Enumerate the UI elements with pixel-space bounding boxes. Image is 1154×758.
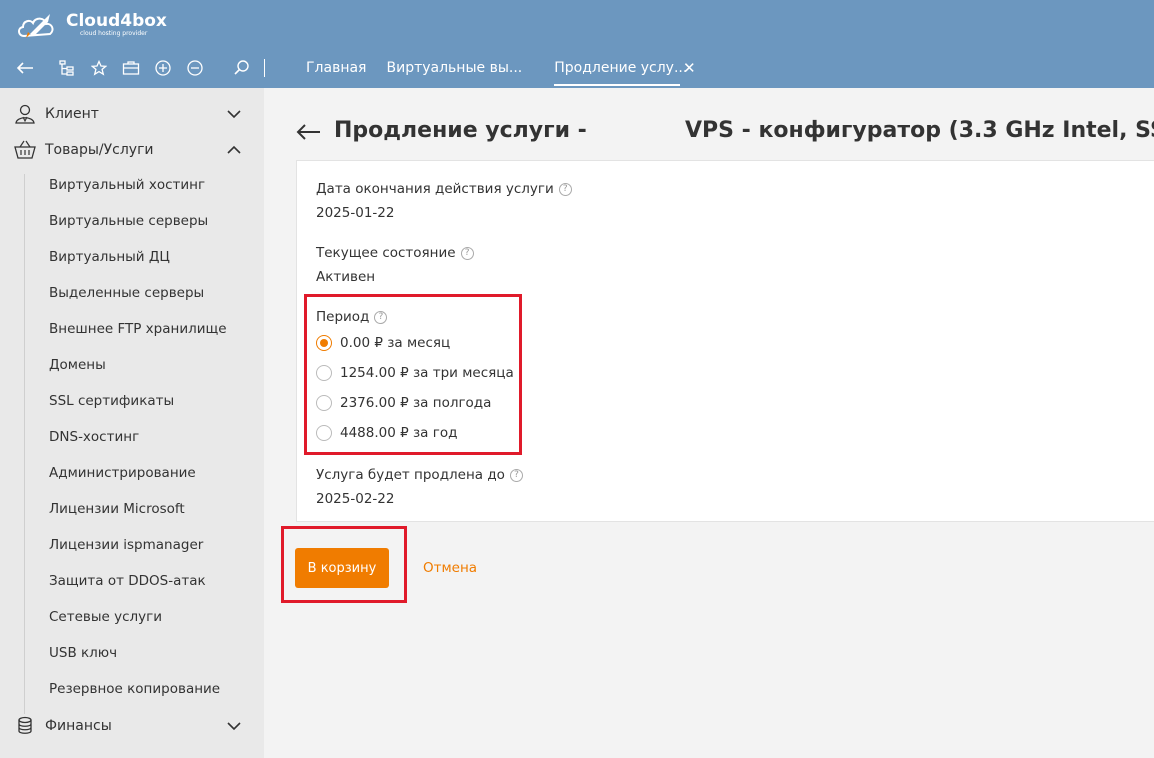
help-icon[interactable]: ? <box>558 182 572 196</box>
help-icon[interactable]: ? <box>460 246 474 260</box>
zoom-in-icon[interactable] <box>153 58 173 78</box>
sidebar-item-usb-key[interactable]: USB ключ <box>49 645 117 661</box>
cancel-link[interactable]: Отмена <box>423 560 477 576</box>
chevron-up-icon[interactable] <box>226 143 242 157</box>
app-header: Cloud4box cloud hosting provider Главная… <box>0 0 1154 88</box>
cloud-rocket-icon <box>18 14 54 38</box>
current-state-label: Текущее состояние ? <box>316 245 474 261</box>
current-state-value: Активен <box>316 269 376 285</box>
sidebar-item-domains[interactable]: Домены <box>49 357 106 373</box>
sidebar-group-products[interactable]: Товары/Услуги <box>0 132 264 168</box>
sidebar-tree-line <box>24 174 25 714</box>
sidebar-item-virtual-servers[interactable]: Виртуальные серверы <box>49 213 208 229</box>
sidebar-item-network-services[interactable]: Сетевые услуги <box>49 609 162 625</box>
sidebar-item-ftp-storage[interactable]: Внешнее FTP хранилище <box>49 321 227 337</box>
tab-bar: Главная Виртуальные вы... Продление услу… <box>296 52 696 86</box>
user-icon <box>15 104 35 124</box>
page-title-service: VPS - конфигуратор (3.3 GHz Intel, SSD) <box>685 118 1154 143</box>
sidebar-group-label: Клиент <box>45 106 99 122</box>
sidebar-group-label: Финансы <box>45 718 112 734</box>
chevron-down-icon[interactable] <box>226 107 242 121</box>
toolbar-separator <box>264 59 265 77</box>
brand-tagline: cloud hosting provider <box>80 30 148 37</box>
coins-icon <box>18 716 32 734</box>
sidebar-item-ispmanager-licenses[interactable]: Лицензии ispmanager <box>49 537 203 553</box>
back-arrow-icon[interactable] <box>294 118 324 146</box>
toolbar <box>0 52 280 84</box>
sidebar-group-label: Товары/Услуги <box>45 142 154 158</box>
tab-renewal-label: Продление услу... <box>554 60 688 76</box>
tab-home[interactable]: Главная <box>296 52 376 86</box>
sidebar-group-finance[interactable]: Финансы <box>0 708 264 744</box>
period-highlight-box <box>304 294 522 455</box>
sidebar: Клиент Товары/Услуги Виртуальный хостинг… <box>0 88 264 758</box>
sidebar-item-ssl[interactable]: SSL сертификаты <box>49 393 174 409</box>
extended-until-label: Услуга будет продлена до ? <box>316 467 523 483</box>
sidebar-item-dns-hosting[interactable]: DNS-хостинг <box>49 429 139 445</box>
chevron-down-icon[interactable] <box>226 719 242 733</box>
extended-until-value: 2025-02-22 <box>316 491 395 507</box>
tab-virtual-servers[interactable]: Виртуальные вы... <box>376 52 532 86</box>
expiry-date-label: Дата окончания действия услуги ? <box>316 181 572 197</box>
sidebar-item-ddos-protection[interactable]: Защита от DDOS-атак <box>49 573 206 589</box>
zoom-out-icon[interactable] <box>185 58 205 78</box>
cart-button-highlight-box <box>281 526 407 603</box>
search-icon[interactable] <box>232 58 252 78</box>
sidebar-item-administration[interactable]: Администрирование <box>49 465 196 481</box>
sidebar-group-client[interactable]: Клиент <box>0 96 264 132</box>
sidebar-item-microsoft-licenses[interactable]: Лицензии Microsoft <box>49 501 185 517</box>
sidebar-item-dedicated-servers[interactable]: Выделенные серверы <box>49 285 204 301</box>
basket-icon <box>14 140 36 159</box>
expiry-date-value: 2025-01-22 <box>316 205 395 221</box>
help-icon[interactable]: ? <box>509 468 523 482</box>
brand-name: Cloud4box <box>66 11 167 31</box>
star-icon[interactable] <box>89 58 109 78</box>
tree-icon[interactable] <box>57 58 77 78</box>
brand-logo[interactable]: Cloud4box cloud hosting provider <box>16 8 176 42</box>
sidebar-item-virtual-dc[interactable]: Виртуальный ДЦ <box>49 249 170 265</box>
briefcase-icon[interactable] <box>121 58 141 78</box>
sidebar-item-backup[interactable]: Резервное копирование <box>49 681 220 697</box>
tab-renewal[interactable]: Продление услу... ✕ <box>554 52 696 86</box>
sidebar-item-virtual-hosting[interactable]: Виртуальный хостинг <box>49 177 205 193</box>
page-title: Продление услуги - <box>334 118 587 143</box>
back-icon[interactable] <box>15 58 35 78</box>
close-tab-icon[interactable]: ✕ <box>681 52 696 84</box>
